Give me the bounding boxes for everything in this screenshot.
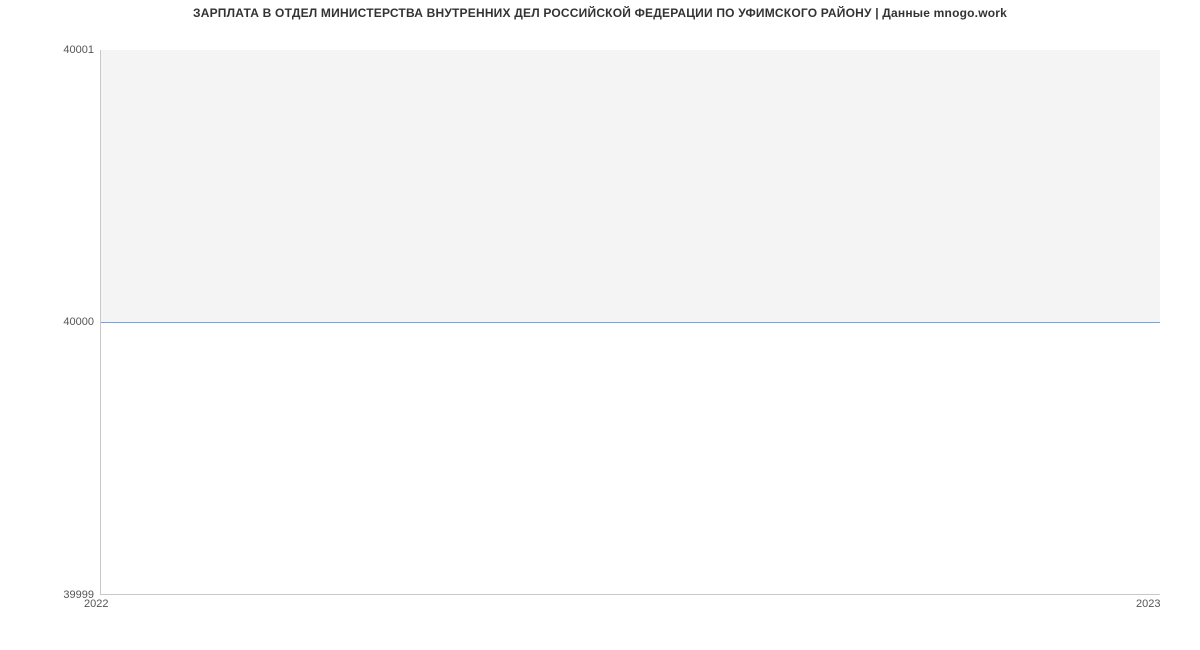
plot-area bbox=[100, 50, 1160, 595]
grid-band bbox=[101, 50, 1160, 322]
y-tick-label: 40000 bbox=[34, 316, 94, 328]
chart-title: ЗАРПЛАТА В ОТДЕЛ МИНИСТЕРСТВА ВНУТРЕННИХ… bbox=[0, 6, 1200, 20]
y-tick-label: 40001 bbox=[34, 44, 94, 56]
salary-line-chart: ЗАРПЛАТА В ОТДЕЛ МИНИСТЕРСТВА ВНУТРЕННИХ… bbox=[0, 0, 1200, 650]
series-line-salary bbox=[101, 322, 1160, 323]
x-tick-label: 2023 bbox=[1136, 598, 1160, 610]
x-tick-label: 2022 bbox=[84, 598, 108, 610]
